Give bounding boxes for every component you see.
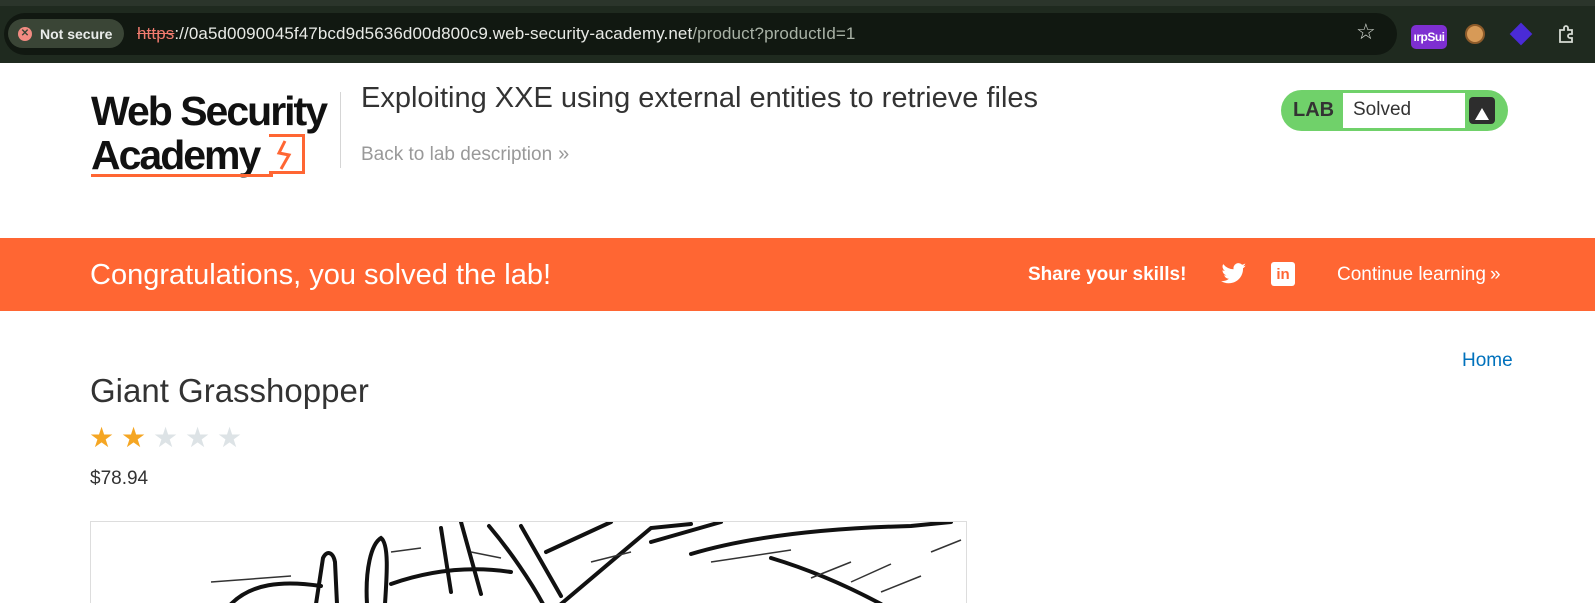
logo-line1: Web Security bbox=[91, 88, 328, 134]
diamond-extension-icon[interactable] bbox=[1509, 22, 1533, 46]
chevron-right-icon: » bbox=[558, 143, 570, 165]
star-empty-icon: ★ bbox=[185, 422, 211, 453]
home-link[interactable]: Home bbox=[1462, 350, 1513, 372]
info-x-icon: ✕ bbox=[18, 26, 32, 41]
url-path: /product?productId=1 bbox=[692, 24, 856, 43]
share-skills-label: Share your skills! bbox=[1028, 264, 1187, 285]
url-text[interactable]: https://0a5d0090045f47bcd9d5636d00d800c9… bbox=[137, 24, 855, 44]
lab-status-text: Solved bbox=[1343, 93, 1465, 128]
tab-strip bbox=[0, 0, 1595, 6]
product-rating: ★ ★ ★ ★ ★ bbox=[89, 424, 245, 452]
logo-bolt-icon bbox=[269, 134, 305, 174]
continue-learning-label: Continue learning bbox=[1337, 264, 1486, 285]
congratulations-banner: Congratulations, you solved the lab! Sha… bbox=[0, 238, 1595, 311]
back-link-label: Back to lab description bbox=[361, 144, 553, 165]
puzzle-extensions-icon[interactable] bbox=[1555, 22, 1579, 46]
security-label: Not secure bbox=[40, 25, 113, 42]
lab-status-badge: LAB Solved bbox=[1281, 90, 1508, 131]
star-filled-icon: ★ bbox=[121, 422, 147, 453]
url-scheme: https bbox=[137, 24, 175, 43]
product-image bbox=[90, 521, 967, 603]
url-host: ://0a5d0090045f47bcd9d5636d00d800c9.web-… bbox=[174, 24, 693, 43]
back-to-lab-description-link[interactable]: Back to lab description» bbox=[361, 143, 569, 166]
banner-message: Congratulations, you solved the lab! bbox=[90, 259, 552, 291]
twitter-icon[interactable] bbox=[1221, 262, 1247, 286]
browser-toolbar: ✕ Not secure https://0a5d0090045f47bcd9d… bbox=[0, 0, 1595, 63]
continue-learning-link[interactable]: Continue learning» bbox=[1337, 264, 1501, 286]
logo-underline bbox=[91, 174, 273, 177]
bookmark-star-icon[interactable]: ☆ bbox=[1356, 21, 1376, 43]
burp-extension-label: ırpSui bbox=[1413, 30, 1445, 44]
logo-line2: Academy bbox=[91, 132, 261, 178]
security-indicator[interactable]: ✕ Not secure bbox=[8, 19, 125, 48]
lab-title: Exploiting XXE using external entities t… bbox=[361, 82, 1039, 114]
star-empty-icon: ★ bbox=[153, 422, 179, 453]
flask-icon bbox=[1469, 97, 1495, 124]
chevron-right-icon: » bbox=[1489, 264, 1501, 285]
burp-extension-icon[interactable]: ırpSui bbox=[1411, 25, 1447, 49]
cookie-extension-icon[interactable] bbox=[1463, 22, 1487, 46]
star-filled-icon: ★ bbox=[89, 422, 115, 453]
lab-badge-label: LAB bbox=[1293, 99, 1335, 121]
product-price: $78.94 bbox=[90, 468, 149, 489]
header-divider bbox=[340, 92, 341, 168]
product-title: Giant Grasshopper bbox=[90, 372, 369, 409]
linkedin-icon[interactable]: in bbox=[1271, 262, 1295, 286]
star-empty-icon: ★ bbox=[217, 422, 243, 453]
web-security-academy-logo[interactable]: Web Security Academy bbox=[91, 88, 341, 180]
